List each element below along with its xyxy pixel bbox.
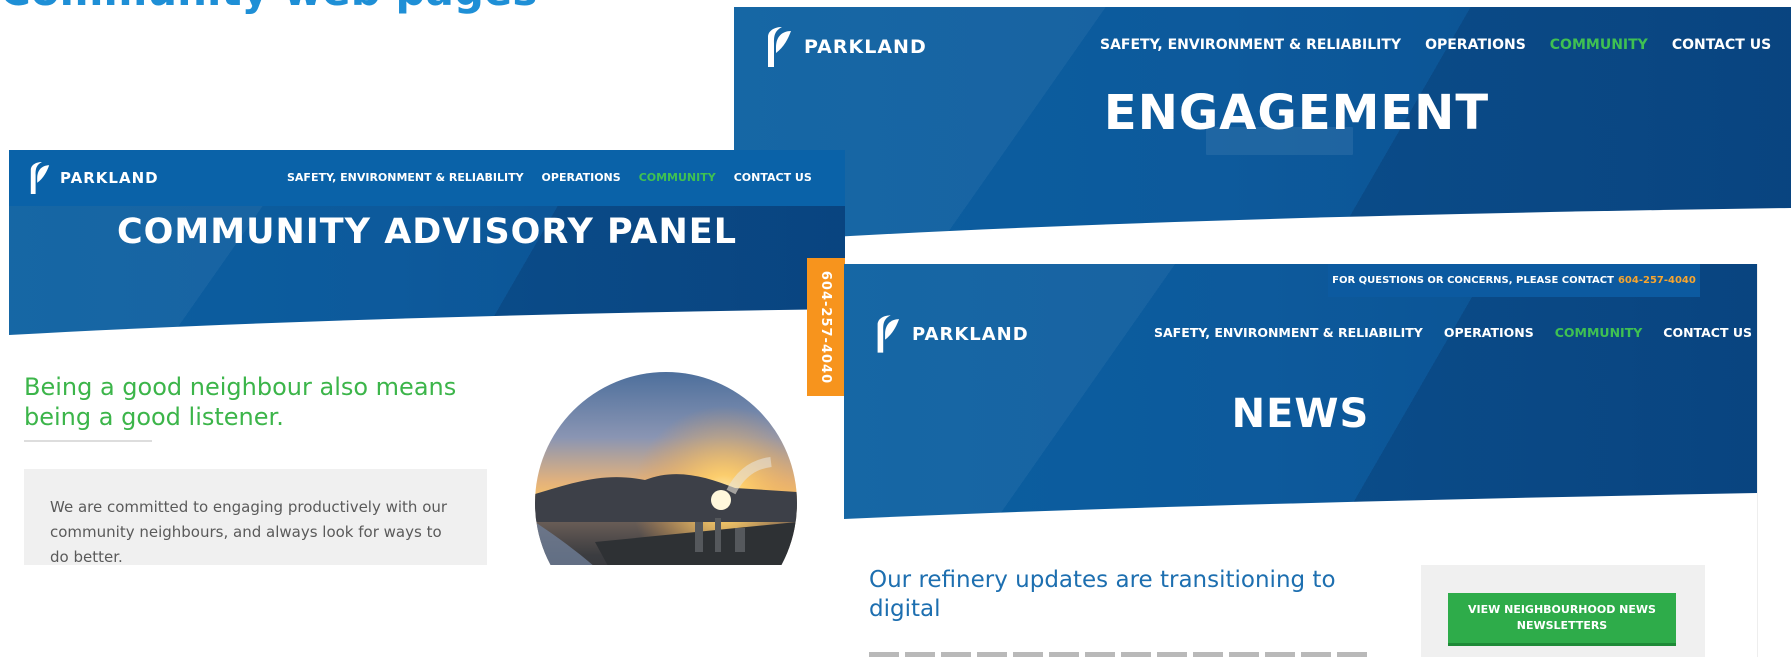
engagement-page-screenshot: PARKLAND SAFETY, ENVIRONMENT & RELIABILI… [734, 7, 1791, 267]
nav-community[interactable]: COMMUNITY [1550, 37, 1648, 53]
brand-name: PARKLAND [912, 323, 1029, 345]
divider [24, 440, 152, 442]
brand-name: PARKLAND [60, 169, 159, 187]
button-line-2: NEWSLETTERS [1516, 619, 1608, 632]
nav-community[interactable]: COMMUNITY [1555, 325, 1643, 340]
main-nav: PARKLAND SAFETY, ENVIRONMENT & RELIABILI… [734, 27, 1791, 67]
phone-side-tab[interactable]: 604-257-4040 [807, 258, 845, 396]
nav-community[interactable]: COMMUNITY [639, 171, 716, 184]
view-newsletters-button[interactable]: VIEW NEIGHBOURHOOD NEWS NEWSLETTERS [1448, 593, 1676, 646]
news-title: NEWS [1231, 391, 1370, 437]
community-advisory-panel-screenshot: PARKLAND SAFETY, ENVIRONMENT & RELIABILI… [9, 150, 845, 565]
parkland-logo-icon [30, 162, 50, 194]
newsletter-sidebar: VIEW NEIGHBOURHOOD NEWS NEWSLETTERS [1421, 565, 1705, 657]
main-nav: PARKLAND SAFETY, ENVIRONMENT & RELIABILI… [9, 158, 845, 198]
parkland-logo-icon [768, 27, 791, 67]
contact-strip: FOR QUESTIONS OR CONCERNS, PLEASE CONTAC… [1328, 264, 1700, 297]
faded-button[interactable] [1206, 127, 1353, 155]
nav-contact-us[interactable]: CONTACT US [734, 171, 812, 184]
nav-operations[interactable]: OPERATIONS [1425, 37, 1526, 53]
cap-title: COMMUNITY ADVISORY PANEL [116, 212, 738, 252]
nav-safety[interactable]: SAFETY, ENVIRONMENT & RELIABILITY [1154, 325, 1423, 340]
nav-operations[interactable]: OPERATIONS [542, 171, 621, 184]
phone-number: 604-257-4040 [818, 270, 834, 384]
parkland-logo[interactable]: PARKLAND [26, 158, 159, 198]
main-nav: PARKLAND SAFETY, ENVIRONMENT & RELIABILI… [844, 314, 1791, 354]
nav-contact-us[interactable]: CONTACT US [1663, 325, 1752, 340]
news-headline: Our refinery updates are transitioning t… [869, 567, 1336, 622]
nav-contact-us[interactable]: CONTACT US [1672, 37, 1771, 53]
page-edge [1757, 264, 1791, 657]
contact-prefix: FOR QUESTIONS OR CONCERNS, PLEASE CONTAC… [1332, 275, 1614, 286]
nav-safety[interactable]: SAFETY, ENVIRONMENT & RELIABILITY [1100, 37, 1401, 53]
intro-heading: Being a good neighbour also means being … [24, 373, 457, 431]
parkland-logo[interactable]: PARKLAND [872, 314, 1029, 354]
page-heading: Community web pages [0, 0, 537, 15]
body-text-cutoff [869, 652, 1369, 657]
commitment-callout: We are committed to engaging productivel… [24, 469, 487, 565]
contact-phone-link[interactable]: 604-257-4040 [1618, 275, 1696, 286]
button-line-1: VIEW NEIGHBOURHOOD NEWS [1468, 603, 1656, 616]
nav-operations[interactable]: OPERATIONS [1444, 325, 1534, 340]
refinery-sunset-photo [535, 372, 797, 565]
nav-safety[interactable]: SAFETY, ENVIRONMENT & RELIABILITY [287, 171, 524, 184]
news-page-screenshot: FOR QUESTIONS OR CONCERNS, PLEASE CONTAC… [844, 264, 1791, 657]
parkland-logo-icon [877, 315, 900, 353]
brand-name: PARKLAND [804, 36, 927, 58]
parkland-logo[interactable]: PARKLAND [762, 27, 927, 67]
